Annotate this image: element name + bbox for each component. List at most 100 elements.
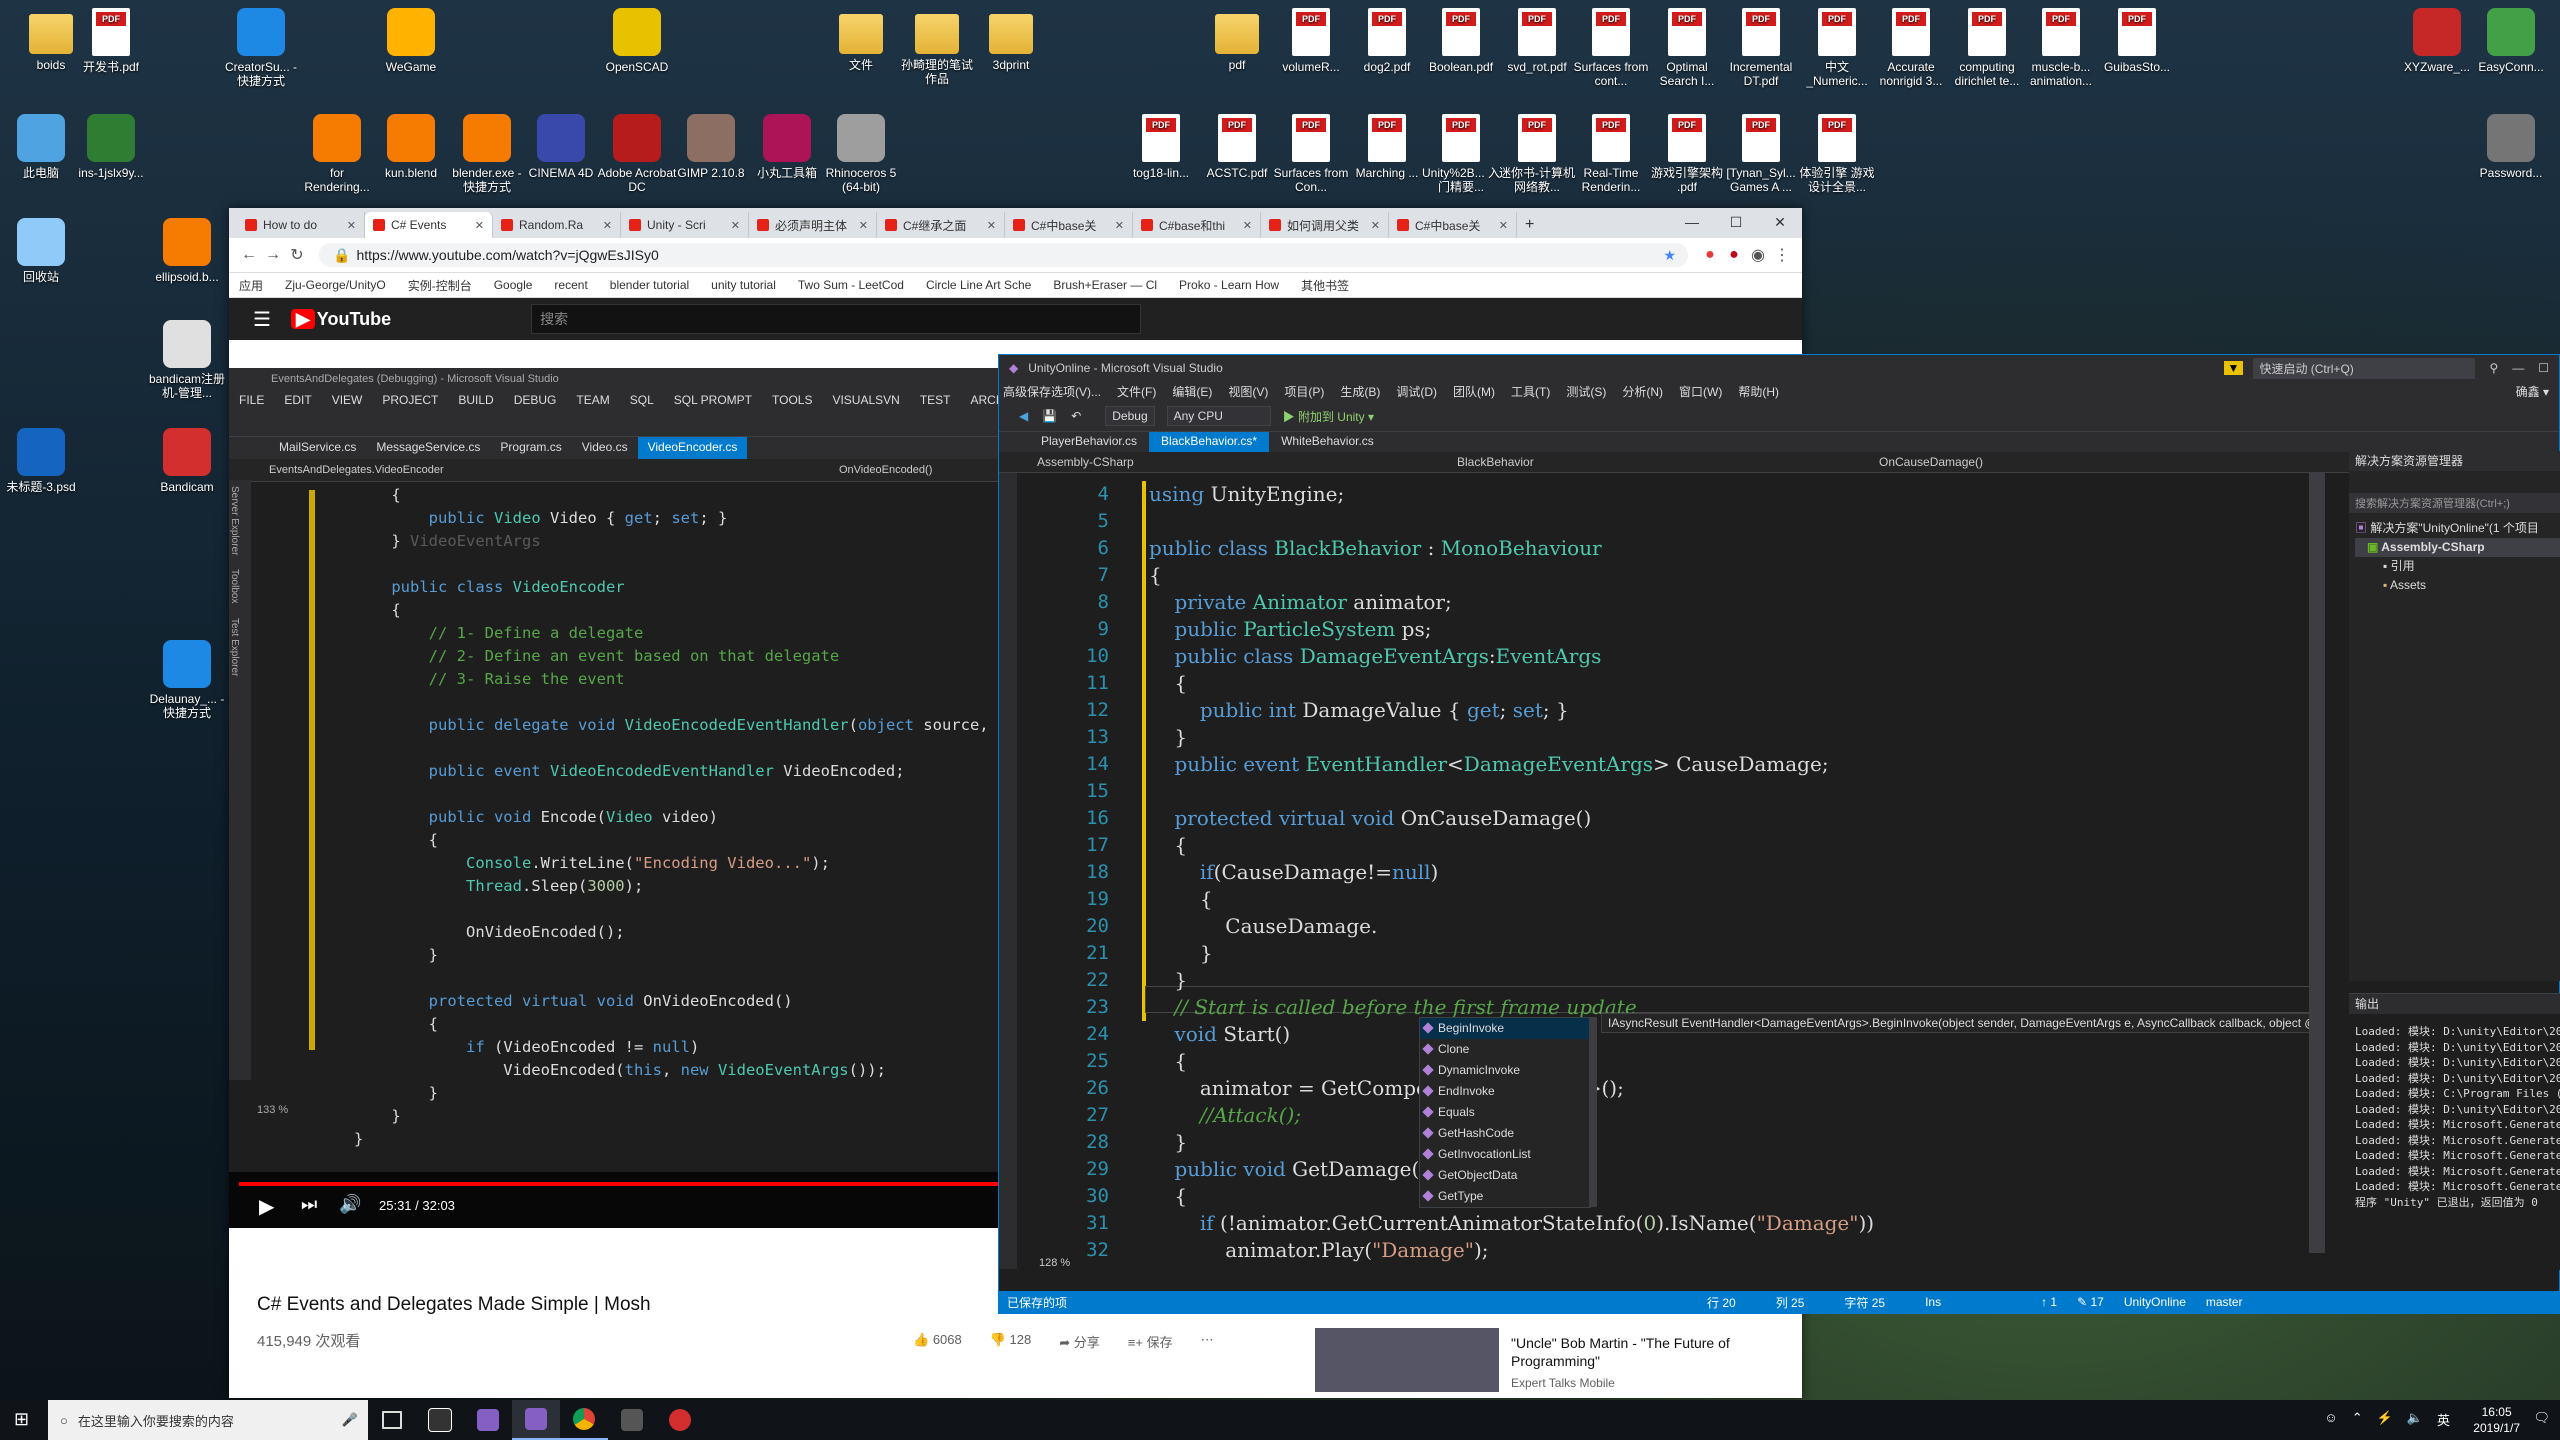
tab-close-icon[interactable]: ✕: [1371, 219, 1380, 232]
microphone-icon[interactable]: 🎤: [342, 1412, 358, 1428]
vs-menu-item[interactable]: 项目(P): [1284, 383, 1324, 400]
status-edits[interactable]: ✎ 17: [2077, 1295, 2104, 1309]
bookmark-item[interactable]: Brush+Eraser — Cl: [1053, 278, 1157, 292]
desktop-icon[interactable]: Delaunay_... - 快捷方式: [146, 640, 228, 720]
status-branch[interactable]: master: [2206, 1295, 2243, 1309]
desktop-icon[interactable]: tog18-lin...: [1120, 114, 1202, 180]
vs-menu-item[interactable]: 测试(S): [1566, 383, 1606, 400]
desktop-icon[interactable]: volumeR...: [1270, 8, 1352, 74]
people-icon[interactable]: ☺: [2324, 1410, 2337, 1429]
autocomplete-item[interactable]: BeginInvoke: [1420, 1018, 1590, 1039]
vs-menu-item[interactable]: 视图(V): [1228, 383, 1268, 400]
visual-studio-taskbar-icon[interactable]: [464, 1400, 512, 1440]
next-icon[interactable]: ⏭: [301, 1194, 317, 1215]
desktop-icon[interactable]: pdf: [1196, 8, 1278, 72]
tab-close-icon[interactable]: ✕: [347, 219, 356, 232]
solution-search-input[interactable]: 搜索解决方案资源管理器(Ctrl+;): [2349, 493, 2560, 513]
browser-tab[interactable]: C#中base关 ✕: [1389, 212, 1517, 238]
browser-tab[interactable]: How to do ✕: [237, 212, 365, 238]
vs-doc-tab[interactable]: BlackBehavior.cs*: [1149, 432, 1270, 452]
bookmark-item[interactable]: 其他书签: [1301, 277, 1349, 294]
tab-close-icon[interactable]: ✕: [859, 219, 868, 232]
desktop-icon[interactable]: 小丸工具箱: [746, 114, 828, 180]
back-icon[interactable]: ←: [237, 246, 261, 264]
desktop-icon[interactable]: Unity%2B... 入门精要...: [1420, 114, 1502, 194]
desktop-icon[interactable]: Accurate nonrigid 3...: [1870, 8, 1952, 88]
desktop-icon[interactable]: OpenSCAD: [596, 8, 678, 74]
vs-menu-item[interactable]: 帮助(H): [1738, 383, 1779, 400]
bookmark-item[interactable]: Circle Line Art Sche: [926, 278, 1031, 292]
menu-icon[interactable]: ⋮: [1770, 245, 1794, 265]
chevron-up-icon[interactable]: ⌃: [2352, 1410, 2363, 1429]
desktop-icon[interactable]: Boolean.pdf: [1420, 8, 1502, 74]
autocomplete-item[interactable]: GetHashCode: [1420, 1123, 1590, 1144]
windows-start-icon[interactable]: ⊞: [14, 1409, 29, 1430]
desktop-icon[interactable]: 3dprint: [970, 8, 1052, 72]
nav-back-icon[interactable]: ◀: [1019, 409, 1028, 423]
star-icon[interactable]: ★: [1663, 243, 1676, 267]
ime-indicator[interactable]: 英: [2437, 1410, 2450, 1429]
desktop-icon[interactable]: ACSTC.pdf: [1196, 114, 1278, 180]
network-icon[interactable]: ⚡: [2377, 1410, 2393, 1429]
project-node[interactable]: ▣ Assembly-CSharp: [2355, 538, 2560, 557]
desktop-icon[interactable]: Incremental DT.pdf: [1720, 8, 1802, 88]
desktop-icon[interactable]: GIMP 2.10.8: [670, 114, 752, 180]
desktop-icon[interactable]: 未标题-3.psd: [0, 428, 82, 494]
save-icon[interactable]: 💾: [1042, 409, 1057, 423]
desktop-icon[interactable]: bandicam注册机-管理...: [146, 320, 228, 400]
desktop-icon[interactable]: 开发书.pdf: [70, 8, 152, 74]
browser-tab[interactable]: C#base和thi ✕: [1133, 212, 1261, 238]
desktop-icon[interactable]: Real-Time Renderin...: [1570, 114, 1652, 194]
vs-menu-item[interactable]: 编辑(E): [1172, 383, 1212, 400]
taskbar-search-input[interactable]: ○ 在这里输入你要搜索的内容 🎤: [48, 1400, 368, 1440]
desktop-icon[interactable]: EasyConn...: [2470, 8, 2552, 74]
solution-node[interactable]: ▣ 解决方案"UnityOnline"(1 个项目: [2355, 519, 2560, 538]
extension-icon[interactable]: ●: [1698, 246, 1722, 264]
desktop-icon[interactable]: 中文_Numeric...: [1796, 8, 1878, 88]
tab-close-icon[interactable]: ✕: [987, 219, 996, 232]
browser-tab[interactable]: Unity - Scri ✕: [621, 212, 749, 238]
desktop-icon[interactable]: dog2.pdf: [1346, 8, 1428, 74]
recommended-title[interactable]: "Uncle" Bob Martin - "The Future of Prog…: [1511, 1334, 1761, 1370]
vs-quick-launch[interactable]: ▼ 快速启动 (Ctrl+Q) ⚲ — ☐: [2223, 357, 2559, 379]
vs-minimize-icon[interactable]: —: [2512, 361, 2524, 375]
search-icon[interactable]: ⚲: [2489, 361, 2498, 375]
quick-launch-input[interactable]: 快速启动 (Ctrl+Q): [2253, 357, 2476, 379]
bookmark-item[interactable]: 实例-控制台: [408, 277, 472, 294]
share-button[interactable]: ➦ 分享: [1059, 1332, 1100, 1351]
platform-select[interactable]: Any CPU: [1166, 406, 1271, 426]
nav-member[interactable]: OnCauseDamage(): [1879, 455, 1983, 469]
desktop-icon[interactable]: Password...: [2470, 114, 2552, 180]
nav-class[interactable]: BlackBehavior: [1457, 455, 1879, 469]
bookmark-item[interactable]: Google: [494, 278, 533, 292]
desktop-icon[interactable]: 文件: [820, 8, 902, 72]
desktop-icon[interactable]: [Tynan_Syl... Games A ...: [1720, 114, 1802, 194]
filter-icon[interactable]: ▼: [2223, 361, 2244, 375]
code-editor[interactable]: 4 5 6 7 8 9 10 11 12 13 14 15 16 17 18 1…: [999, 473, 2325, 1269]
desktop-icon[interactable]: XYZware_...: [2396, 8, 2478, 74]
desktop-icon[interactable]: Bandicam: [146, 428, 228, 494]
more-icon[interactable]: ⋯: [1201, 1332, 1214, 1351]
desktop-icon[interactable]: 孙畸理的笔试作品: [896, 8, 978, 86]
reload-icon[interactable]: ↻: [285, 245, 309, 265]
vs-doc-tab[interactable]: WhiteBehavior.cs: [1269, 432, 1386, 452]
tab-close-icon[interactable]: ✕: [1115, 219, 1124, 232]
desktop-icon[interactable]: Surfaces from Con...: [1270, 114, 1352, 194]
volume-tray-icon[interactable]: 🔈: [2407, 1410, 2423, 1429]
autocomplete-item[interactable]: GetObjectData: [1420, 1165, 1590, 1186]
bookmark-item[interactable]: Two Sum - LeetCod: [798, 278, 904, 292]
dislike-button[interactable]: 👎 128: [990, 1332, 1032, 1351]
attach-unity-button[interactable]: ▶ 附加到 Unity ▾: [1283, 408, 1374, 425]
assets-node[interactable]: ▪ Assets: [2355, 576, 2560, 595]
desktop-icon[interactable]: GuibasSto...: [2096, 8, 2178, 74]
vs-menu-item[interactable]: 工具(T): [1511, 383, 1550, 400]
browser-tab[interactable]: 如何调用父类 ✕: [1261, 212, 1389, 238]
config-select[interactable]: Debug: [1105, 406, 1155, 426]
hamburger-icon[interactable]: ☰: [253, 307, 271, 332]
bookmark-item[interactable]: unity tutorial: [711, 278, 776, 292]
tab-close-icon[interactable]: ✕: [603, 219, 612, 232]
pinterest-icon[interactable]: ●: [1722, 246, 1746, 264]
autocomplete-item[interactable]: GetType: [1420, 1186, 1590, 1207]
vs-maximize-icon[interactable]: ☐: [2538, 361, 2549, 375]
vs-menu-item[interactable]: 高级保存选项(V)...: [1003, 383, 1101, 400]
